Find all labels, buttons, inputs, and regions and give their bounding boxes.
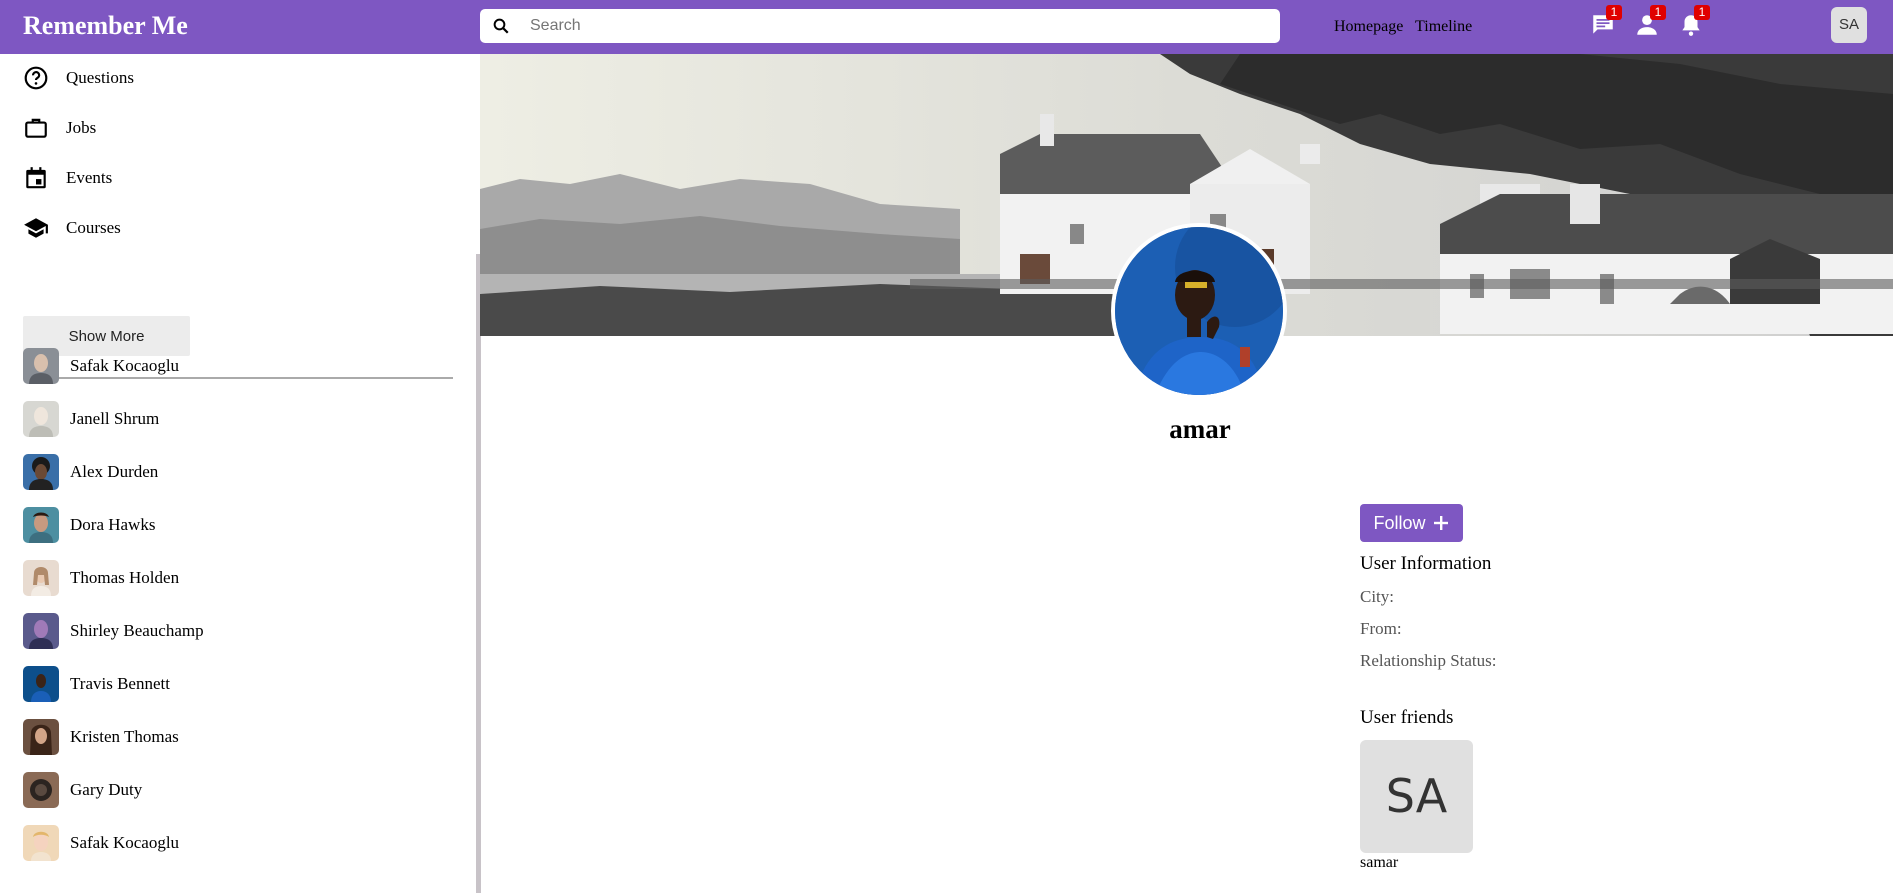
homepage-link[interactable]: Homepage	[1334, 18, 1403, 35]
friend-avatar	[23, 454, 59, 490]
search-bar[interactable]	[480, 9, 1280, 43]
friend-avatar	[23, 401, 59, 437]
friend-list-item[interactable]: Gary Duty	[23, 772, 142, 808]
friend-name: Shirley Beauchamp	[70, 621, 204, 640]
sidebar-item-label: Questions	[66, 68, 134, 87]
briefcase-icon	[22, 114, 50, 142]
city-label: City:	[1360, 587, 1395, 606]
friend-list-item[interactable]: Thomas Holden	[23, 560, 179, 596]
friend-avatar	[23, 348, 59, 384]
friend-list-item[interactable]: Alex Durden	[23, 454, 158, 490]
friend-name: Alex Durden	[70, 462, 159, 481]
friend-name: Kristen Thomas	[70, 727, 179, 746]
friend-list-item[interactable]: Shirley Beauchamp	[23, 613, 204, 649]
friend-name: Safak Kocaoglu	[70, 833, 180, 852]
friend-request-button[interactable]: 1	[1634, 5, 1666, 40]
friend-avatar	[23, 825, 59, 861]
friend-list-item[interactable]: Janell Shrum	[23, 401, 159, 437]
friend-name: Travis Bennett	[70, 674, 170, 693]
friend-name: Thomas Holden	[70, 568, 180, 587]
profile-username: amar	[1169, 414, 1231, 444]
chat-badge: 1	[1606, 5, 1622, 20]
friend-avatar	[23, 772, 59, 808]
calendar-icon	[22, 164, 50, 192]
friend-name: Gary Duty	[70, 780, 143, 799]
friend-list-item[interactable]: Safak Kocaoglu	[23, 825, 179, 861]
user-friends-heading: User friends	[1360, 707, 1454, 728]
sidebar-item-courses[interactable]: Courses	[22, 212, 121, 244]
profile-picture[interactable]	[1111, 223, 1287, 399]
friend-card-name[interactable]: samar	[1360, 854, 1398, 872]
plus-icon	[1433, 516, 1448, 530]
friend-avatar	[23, 560, 59, 596]
friend-list-item[interactable]: Safak Kocaoglu	[23, 348, 179, 384]
friend-list-item[interactable]: Kristen Thomas	[23, 719, 179, 755]
user-avatar[interactable]: SA	[1831, 7, 1867, 43]
friend-list-item[interactable]: Dora Hawks	[23, 507, 155, 543]
follow-button[interactable]: Follow	[1360, 504, 1463, 542]
sidebar-item-events[interactable]: Events	[22, 162, 112, 194]
sidebar-item-jobs[interactable]: Jobs	[22, 112, 96, 144]
search-input[interactable]	[530, 9, 1270, 43]
alert-notification-button[interactable]: 1	[1678, 5, 1710, 40]
friend-card-avatar[interactable]: SA	[1360, 740, 1473, 853]
friend-name: Dora Hawks	[70, 515, 156, 534]
user-information-heading: User Information	[1360, 553, 1492, 574]
sidebar-item-label: Courses	[66, 218, 121, 237]
search-icon	[493, 18, 509, 34]
friend-avatar	[23, 507, 59, 543]
friend-avatar	[23, 613, 59, 649]
friend-name: Safak Kocaoglu	[70, 356, 180, 375]
follow-label: Follow	[1373, 512, 1426, 533]
sidebar-item-label: Events	[66, 168, 113, 187]
sidebar-item-questions[interactable]: Questions	[22, 62, 134, 94]
chat-notification-button[interactable]: 1	[1590, 5, 1622, 40]
sidebar-scrollbar[interactable]	[476, 254, 481, 893]
left-sidebar: Questions Jobs Events Courses Show More …	[0, 54, 476, 893]
relationship-status-label: Relationship Status:	[1360, 651, 1497, 670]
top-navbar: Remember Me Homepage Timeline 1 1 1	[0, 0, 1893, 54]
top-links: Homepage Timeline	[1334, 18, 1480, 36]
friend-list-item[interactable]: Travis Bennett	[23, 666, 170, 702]
sidebar-item-label: Jobs	[66, 118, 97, 137]
alert-badge: 1	[1694, 5, 1710, 20]
from-label: From:	[1360, 619, 1402, 638]
friend-avatar	[23, 666, 59, 702]
graduation-cap-icon	[22, 214, 50, 242]
friend-name: Janell Shrum	[70, 409, 160, 428]
help-circle-icon	[22, 64, 50, 92]
timeline-link[interactable]: Timeline	[1415, 18, 1472, 35]
friend-request-badge: 1	[1650, 5, 1666, 20]
app-logo[interactable]: Remember Me	[23, 11, 188, 41]
friend-avatar	[23, 719, 59, 755]
